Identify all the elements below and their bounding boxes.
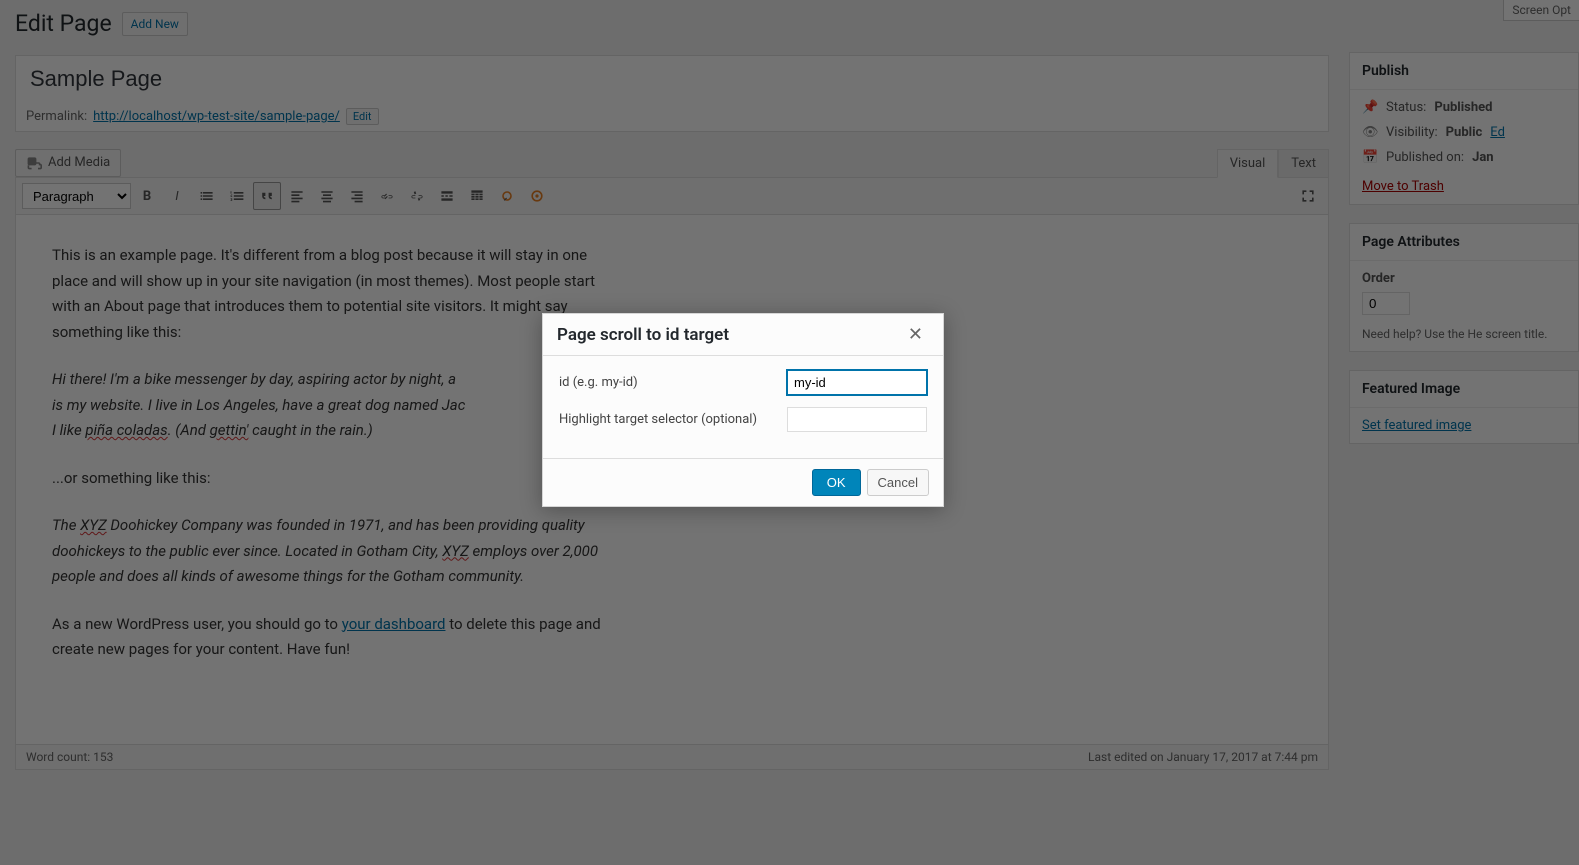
highlight-field-label: Highlight target selector (optional) <box>559 412 787 427</box>
ps2id-target-modal: Page scroll to id target ✕ id (e.g. my-i… <box>542 313 944 507</box>
id-field-input[interactable] <box>787 370 927 395</box>
cancel-button[interactable]: Cancel <box>867 469 929 496</box>
modal-title: Page scroll to id target <box>557 325 729 345</box>
highlight-field-input[interactable] <box>787 407 927 432</box>
modal-close-button[interactable]: ✕ <box>902 322 929 347</box>
ok-button[interactable]: OK <box>812 469 861 496</box>
id-field-label: id (e.g. my-id) <box>559 375 787 390</box>
